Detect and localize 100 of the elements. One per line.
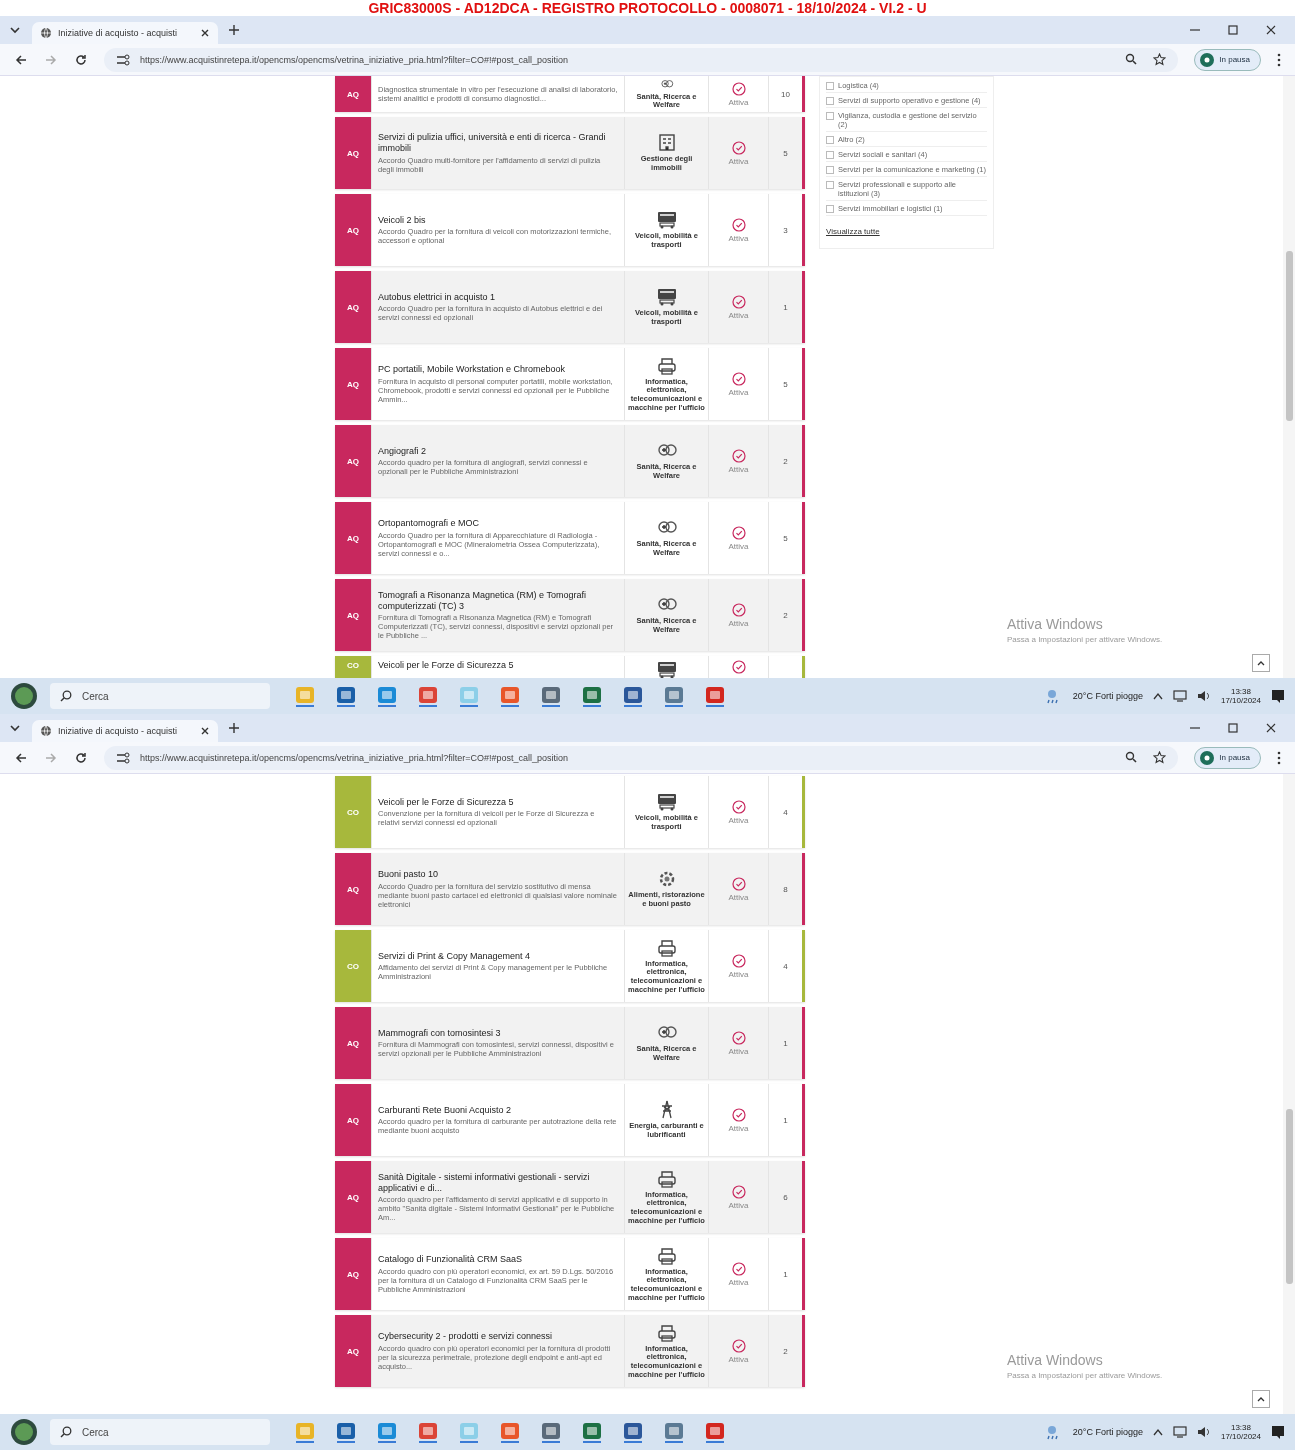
- remote-desktop-icon[interactable]: [663, 1421, 685, 1443]
- pdf-icon[interactable]: [704, 685, 726, 707]
- initiative-card[interactable]: [335, 502, 805, 574]
- notification-icon[interactable]: [1271, 689, 1285, 703]
- folder-icon[interactable]: [294, 1421, 316, 1443]
- more-icon[interactable]: [1277, 52, 1281, 67]
- star-icon[interactable]: [1153, 53, 1167, 66]
- speaker-icon[interactable]: [1196, 690, 1211, 702]
- mail-icon[interactable]: [335, 1421, 357, 1443]
- initiative-card[interactable]: [335, 579, 805, 651]
- zoom-icon[interactable]: [1125, 751, 1138, 763]
- show-all-link[interactable]: Visualizza tutte: [826, 227, 987, 236]
- browser-icon[interactable]: [499, 1421, 521, 1443]
- start-orb-icon[interactable]: [10, 1418, 38, 1446]
- clock[interactable]: 13:38 17/10/2024: [1220, 1423, 1261, 1441]
- checkbox[interactable]: [826, 205, 834, 213]
- reload-icon[interactable]: [74, 52, 88, 67]
- app-icon[interactable]: [458, 1421, 480, 1443]
- calculator-icon[interactable]: [540, 685, 562, 707]
- maximize-icon[interactable]: [1227, 24, 1239, 36]
- search-field[interactable]: Cerca: [50, 683, 270, 709]
- scroll-top-button[interactable]: [1252, 1390, 1270, 1408]
- initiative-title[interactable]: Cybersecurity 2 - prodotti e servizi connessi: [378, 1331, 553, 1342]
- initiative-title[interactable]: Sanità Digitale - sistemi informativi gestionali - servizi applicativi e di...: [378, 1171, 618, 1194]
- search-field[interactable]: Cerca: [50, 1419, 270, 1445]
- initiative-title[interactable]: Autobus elettrici in acquisto 1: [378, 291, 496, 303]
- site-info-icon[interactable]: [116, 751, 130, 764]
- browser-icon[interactable]: [376, 1421, 398, 1443]
- close-icon[interactable]: [1265, 722, 1277, 734]
- browser-icon[interactable]: [376, 685, 398, 707]
- initiative-card[interactable]: [335, 1238, 805, 1310]
- browser-tab[interactable]: Iniziative di acquisto - acquisti: [32, 22, 218, 44]
- initiative-title[interactable]: Tomografi a Risonanza Magnetica (RM) e Tomografi computerizzati (TC) 3: [378, 589, 618, 612]
- profile-button[interactable]: In pausa: [1194, 746, 1261, 769]
- initiative-title[interactable]: Mammografi con tomosintesi 3: [378, 1027, 501, 1039]
- initiative-card[interactable]: [335, 853, 805, 925]
- back-arrow-icon[interactable]: [14, 750, 28, 765]
- star-icon[interactable]: [1153, 751, 1167, 764]
- initiative-card[interactable]: [335, 930, 805, 1002]
- weather-text[interactable]: 20°C Forti piogge: [1072, 691, 1143, 701]
- address-field[interactable]: https://www.acquistinretepa.it/opencms/opencms/vetrina_iniziative_pria.html?filter=CO#!#post_call_position: [104, 745, 1179, 770]
- chevron-up-icon[interactable]: [1152, 692, 1163, 700]
- close-icon[interactable]: [200, 726, 210, 736]
- zoom-icon[interactable]: [1125, 53, 1138, 65]
- initiative-title[interactable]: Catalogo di Funzionalità CRM SaaS: [378, 1254, 523, 1265]
- network-icon[interactable]: [1172, 690, 1187, 702]
- spreadsheet-icon[interactable]: [581, 1421, 603, 1443]
- scroll-top-button[interactable]: [1252, 654, 1270, 672]
- initiative-title[interactable]: Servizi di pulizia uffici, università e enti di ricerca - Grandi immobili: [378, 132, 618, 154]
- checkbox[interactable]: [826, 181, 834, 189]
- back-arrow-icon[interactable]: [14, 52, 28, 67]
- mail-icon[interactable]: [335, 685, 357, 707]
- checkbox[interactable]: [826, 82, 834, 90]
- site-info-icon[interactable]: [116, 53, 130, 66]
- app-icon[interactable]: [458, 685, 480, 707]
- remote-desktop-icon[interactable]: [663, 685, 685, 707]
- browser-icon[interactable]: [417, 685, 439, 707]
- speaker-icon[interactable]: [1196, 1426, 1211, 1438]
- browser-icon[interactable]: [417, 1421, 439, 1443]
- weather-text[interactable]: 20°C Forti piogge: [1072, 1427, 1143, 1437]
- notification-icon[interactable]: [1271, 1425, 1285, 1439]
- network-icon[interactable]: [1172, 1426, 1187, 1438]
- spreadsheet-icon[interactable]: [581, 685, 603, 707]
- plus-icon[interactable]: [228, 24, 240, 36]
- initiative-card[interactable]: [335, 1315, 805, 1387]
- initiative-title[interactable]: Veicoli per le Forze di Sicurezza 5: [378, 796, 514, 808]
- checkbox[interactable]: [826, 112, 834, 120]
- initiative-title[interactable]: PC portatili, Mobile Workstation e Chromebook: [378, 364, 565, 375]
- close-icon[interactable]: [1265, 24, 1277, 36]
- browser-icon[interactable]: [499, 685, 521, 707]
- pdf-icon[interactable]: [704, 1421, 726, 1443]
- chevron-up-icon[interactable]: [1152, 1428, 1163, 1436]
- initiative-title[interactable]: Carburanti Rete Buoni Acquisto 2: [378, 1104, 512, 1116]
- initiative-title[interactable]: Buoni pasto 10: [378, 869, 439, 880]
- initiative-card[interactable]: [335, 348, 805, 420]
- profile-button[interactable]: In pausa: [1194, 48, 1261, 71]
- initiative-card[interactable]: [335, 1161, 805, 1233]
- scrollbar-thumb[interactable]: [1286, 1109, 1293, 1284]
- plus-icon[interactable]: [228, 722, 240, 734]
- checkbox[interactable]: [826, 136, 834, 144]
- initiative-title[interactable]: Veicoli 2 bis: [378, 214, 426, 226]
- start-orb-icon[interactable]: [10, 682, 38, 710]
- initiative-card[interactable]: CO Veicoli per le Forze di Sicurezza 5: [335, 656, 805, 678]
- clock[interactable]: 13:38 17/10/2024: [1220, 687, 1261, 705]
- initiative-title[interactable]: Veicoli per le Forze di Sicurezza 5: [378, 660, 514, 671]
- calculator-icon[interactable]: [540, 1421, 562, 1443]
- reload-icon[interactable]: [74, 750, 88, 765]
- browser-tab[interactable]: Iniziative di acquisto - acquisti: [32, 720, 218, 742]
- checkbox[interactable]: [826, 97, 834, 105]
- more-icon[interactable]: [1277, 750, 1281, 765]
- close-icon[interactable]: [200, 28, 210, 38]
- scrollbar-thumb[interactable]: [1286, 251, 1293, 421]
- scrollbar[interactable]: [1283, 76, 1295, 678]
- checkbox[interactable]: [826, 151, 834, 159]
- address-field[interactable]: https://www.acquistinretepa.it/opencms/opencms/vetrina_iniziative_pria.html?filter=CO#!#post_call_position: [104, 47, 1179, 72]
- maximize-icon[interactable]: [1227, 722, 1239, 734]
- initiative-title[interactable]: Angiografi 2: [378, 445, 427, 457]
- document-icon[interactable]: [622, 1421, 644, 1443]
- folder-icon[interactable]: [294, 685, 316, 707]
- scrollbar[interactable]: [1283, 774, 1295, 1414]
